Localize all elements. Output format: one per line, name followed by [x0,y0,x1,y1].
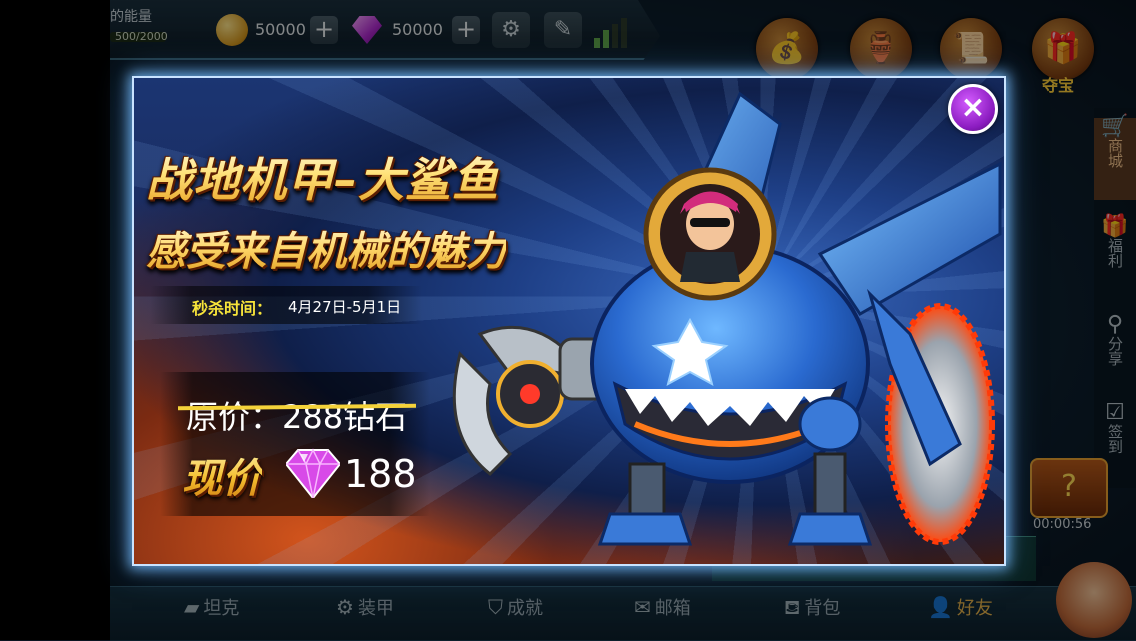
flash-sale-label: 秒杀时间： [192,299,273,318]
promo-subtitle: 感受来自机械的魅力 [146,219,506,277]
diamond-icon [286,448,340,498]
shark-mech-illustration [452,91,1002,546]
promo-title: 战地机甲–大鲨鱼 [146,144,499,210]
close-button[interactable]: × [948,84,998,134]
close-icon: × [960,90,986,125]
flash-sale-dates: 4月27日-5月1日 [288,298,402,316]
right-fin [817,161,1002,316]
current-price: 188 [344,452,417,496]
current-price-label: 现价 [182,446,262,504]
original-price: 原价：288钻石 [186,398,408,436]
